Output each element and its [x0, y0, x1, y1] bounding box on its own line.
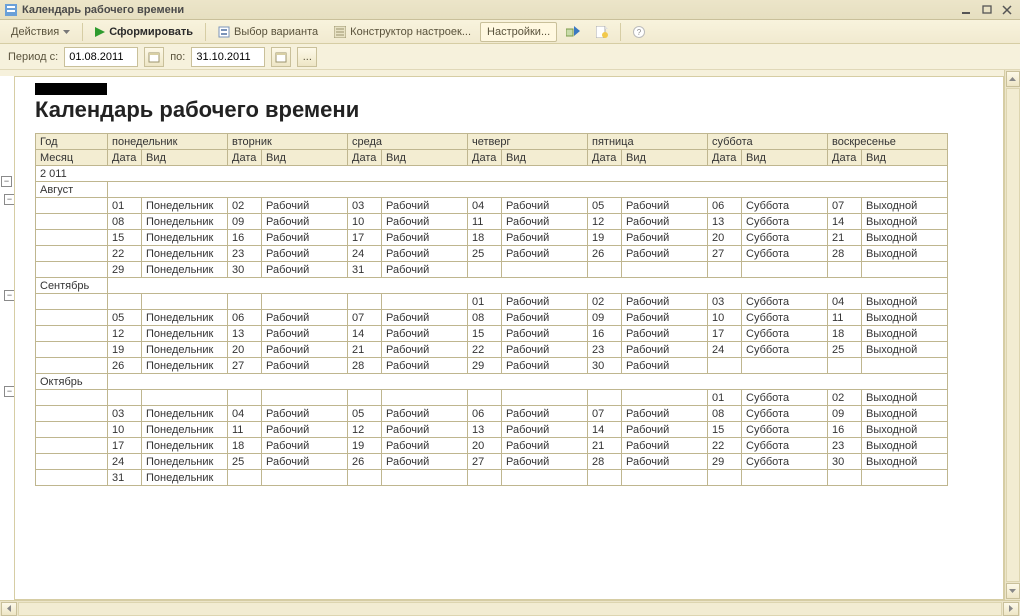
horizontal-scrollbar[interactable] — [0, 600, 1020, 616]
date-from-cal-button[interactable] — [144, 47, 164, 67]
constructor-button[interactable]: Конструктор настроек... — [327, 22, 478, 42]
table-row: 24Понедельник25Рабочий26Рабочий27Рабочий… — [36, 454, 948, 470]
header-row-1: Год понедельник вторник среда четверг пя… — [36, 134, 948, 150]
period-to-label: по: — [170, 51, 185, 63]
scroll-right-button[interactable] — [1003, 602, 1019, 616]
svg-text:?: ? — [637, 28, 642, 37]
header-day-sat: суббота — [708, 134, 828, 150]
constructor-label: Конструктор настроек... — [350, 26, 471, 38]
constructor-icon — [334, 26, 346, 38]
tree-collapse-year[interactable]: − — [1, 176, 12, 187]
header-year: Год — [36, 134, 108, 150]
table-row: 08Понедельник09Рабочий10Рабочий11Рабочий… — [36, 214, 948, 230]
toolbar-icon-1[interactable] — [559, 22, 587, 42]
period-dialog-button[interactable]: ... — [297, 47, 317, 67]
period-bar: Период с: по: ... — [0, 44, 1020, 70]
minimize-button[interactable] — [958, 3, 976, 17]
arrow-icon — [566, 26, 580, 38]
table-row: 05Понедельник06Рабочий07Рабочий08Рабочий… — [36, 310, 948, 326]
header-day-thu: четверг — [468, 134, 588, 150]
calendar-table: Год понедельник вторник среда четверг пя… — [35, 133, 948, 486]
close-button[interactable] — [998, 3, 1016, 17]
date-to-cal-button[interactable] — [271, 47, 291, 67]
header-row-2: Месяц ДатаВид ДатаВид ДатаВид ДатаВид Да… — [36, 150, 948, 166]
date-to-input[interactable] — [191, 47, 265, 67]
settings-label: Настройки... — [487, 26, 550, 38]
variant-label: Выбор варианта — [234, 26, 318, 38]
scroll-v-track[interactable] — [1006, 88, 1020, 582]
chevron-down-icon — [63, 30, 70, 34]
form-button[interactable]: Сформировать — [88, 22, 200, 42]
table-row: 22Понедельник23Рабочий24Рабочий25Рабочий… — [36, 246, 948, 262]
help-icon: ? — [633, 26, 645, 38]
variant-icon — [218, 26, 230, 38]
table-row: 31Понедельник — [36, 470, 948, 486]
month-row: Август — [36, 182, 948, 198]
table-row: 01Понедельник02Рабочий03Рабочий04Рабочий… — [36, 198, 948, 214]
month-row: Сентябрь — [36, 278, 948, 294]
table-row: 12Понедельник13Рабочий14Рабочий15Рабочий… — [36, 326, 948, 342]
scroll-h-track[interactable] — [18, 602, 1002, 616]
header-day-tue: вторник — [228, 134, 348, 150]
header-day-wed: среда — [348, 134, 468, 150]
table-row: 29Понедельник30Рабочий31Рабочий — [36, 262, 948, 278]
app-icon — [4, 3, 18, 17]
main-toolbar: Действия Сформировать Выбор варианта Кон… — [0, 20, 1020, 44]
play-icon — [95, 27, 105, 37]
date-to-field[interactable] — [192, 48, 264, 66]
help-button[interactable]: ? — [626, 22, 652, 42]
window-title: Календарь рабочего времени — [22, 4, 184, 16]
actions-menu[interactable]: Действия — [4, 22, 77, 42]
calendar-icon — [148, 51, 160, 63]
actions-label: Действия — [11, 26, 59, 38]
form-label: Сформировать — [109, 26, 193, 38]
table-row: 15Понедельник16Рабочий17Рабочий18Рабочий… — [36, 230, 948, 246]
table-row: 01Суббота02Выходной — [36, 390, 948, 406]
report-title: Календарь рабочего времени — [35, 97, 993, 123]
date-from-field[interactable] — [65, 48, 137, 66]
scroll-left-button[interactable] — [1, 602, 17, 616]
scroll-up-button[interactable] — [1006, 71, 1020, 87]
settings-button[interactable]: Настройки... — [480, 22, 557, 42]
header-day-fri: пятница — [588, 134, 708, 150]
table-row: 17Понедельник18Рабочий19Рабочий20Рабочий… — [36, 438, 948, 454]
month-row: Октябрь — [36, 374, 948, 390]
period-from-label: Период с: — [8, 51, 58, 63]
table-row: 19Понедельник20Рабочий21Рабочий22Рабочий… — [36, 342, 948, 358]
redacted-block — [35, 83, 107, 95]
year-row: 2 011 — [36, 166, 948, 182]
table-row: 26Понедельник27Рабочий28Рабочий29Рабочий… — [36, 358, 948, 374]
scroll-down-button[interactable] — [1006, 583, 1020, 599]
title-bar: Календарь рабочего времени — [0, 0, 1020, 20]
table-row: 01Рабочий02Рабочий03Суббота04Выходной — [36, 294, 948, 310]
header-month: Месяц — [36, 150, 108, 166]
calendar-icon — [275, 51, 287, 63]
table-row: 03Понедельник04Рабочий05Рабочий06Рабочий… — [36, 406, 948, 422]
header-day-mon: понедельник — [108, 134, 228, 150]
tree-gutter: − − − − — [0, 76, 14, 600]
restore-button[interactable] — [978, 3, 996, 17]
header-day-sun: воскресенье — [828, 134, 948, 150]
vertical-scrollbar[interactable] — [1004, 70, 1020, 600]
toolbar-icon-2[interactable] — [589, 22, 615, 42]
date-from-input[interactable] — [64, 47, 138, 67]
variant-button[interactable]: Выбор варианта — [211, 22, 325, 42]
page-icon — [596, 26, 608, 38]
report-viewport[interactable]: Календарь рабочего времени Год понедельн… — [14, 76, 1004, 600]
table-row: 10Понедельник11Рабочий12Рабочий13Рабочий… — [36, 422, 948, 438]
